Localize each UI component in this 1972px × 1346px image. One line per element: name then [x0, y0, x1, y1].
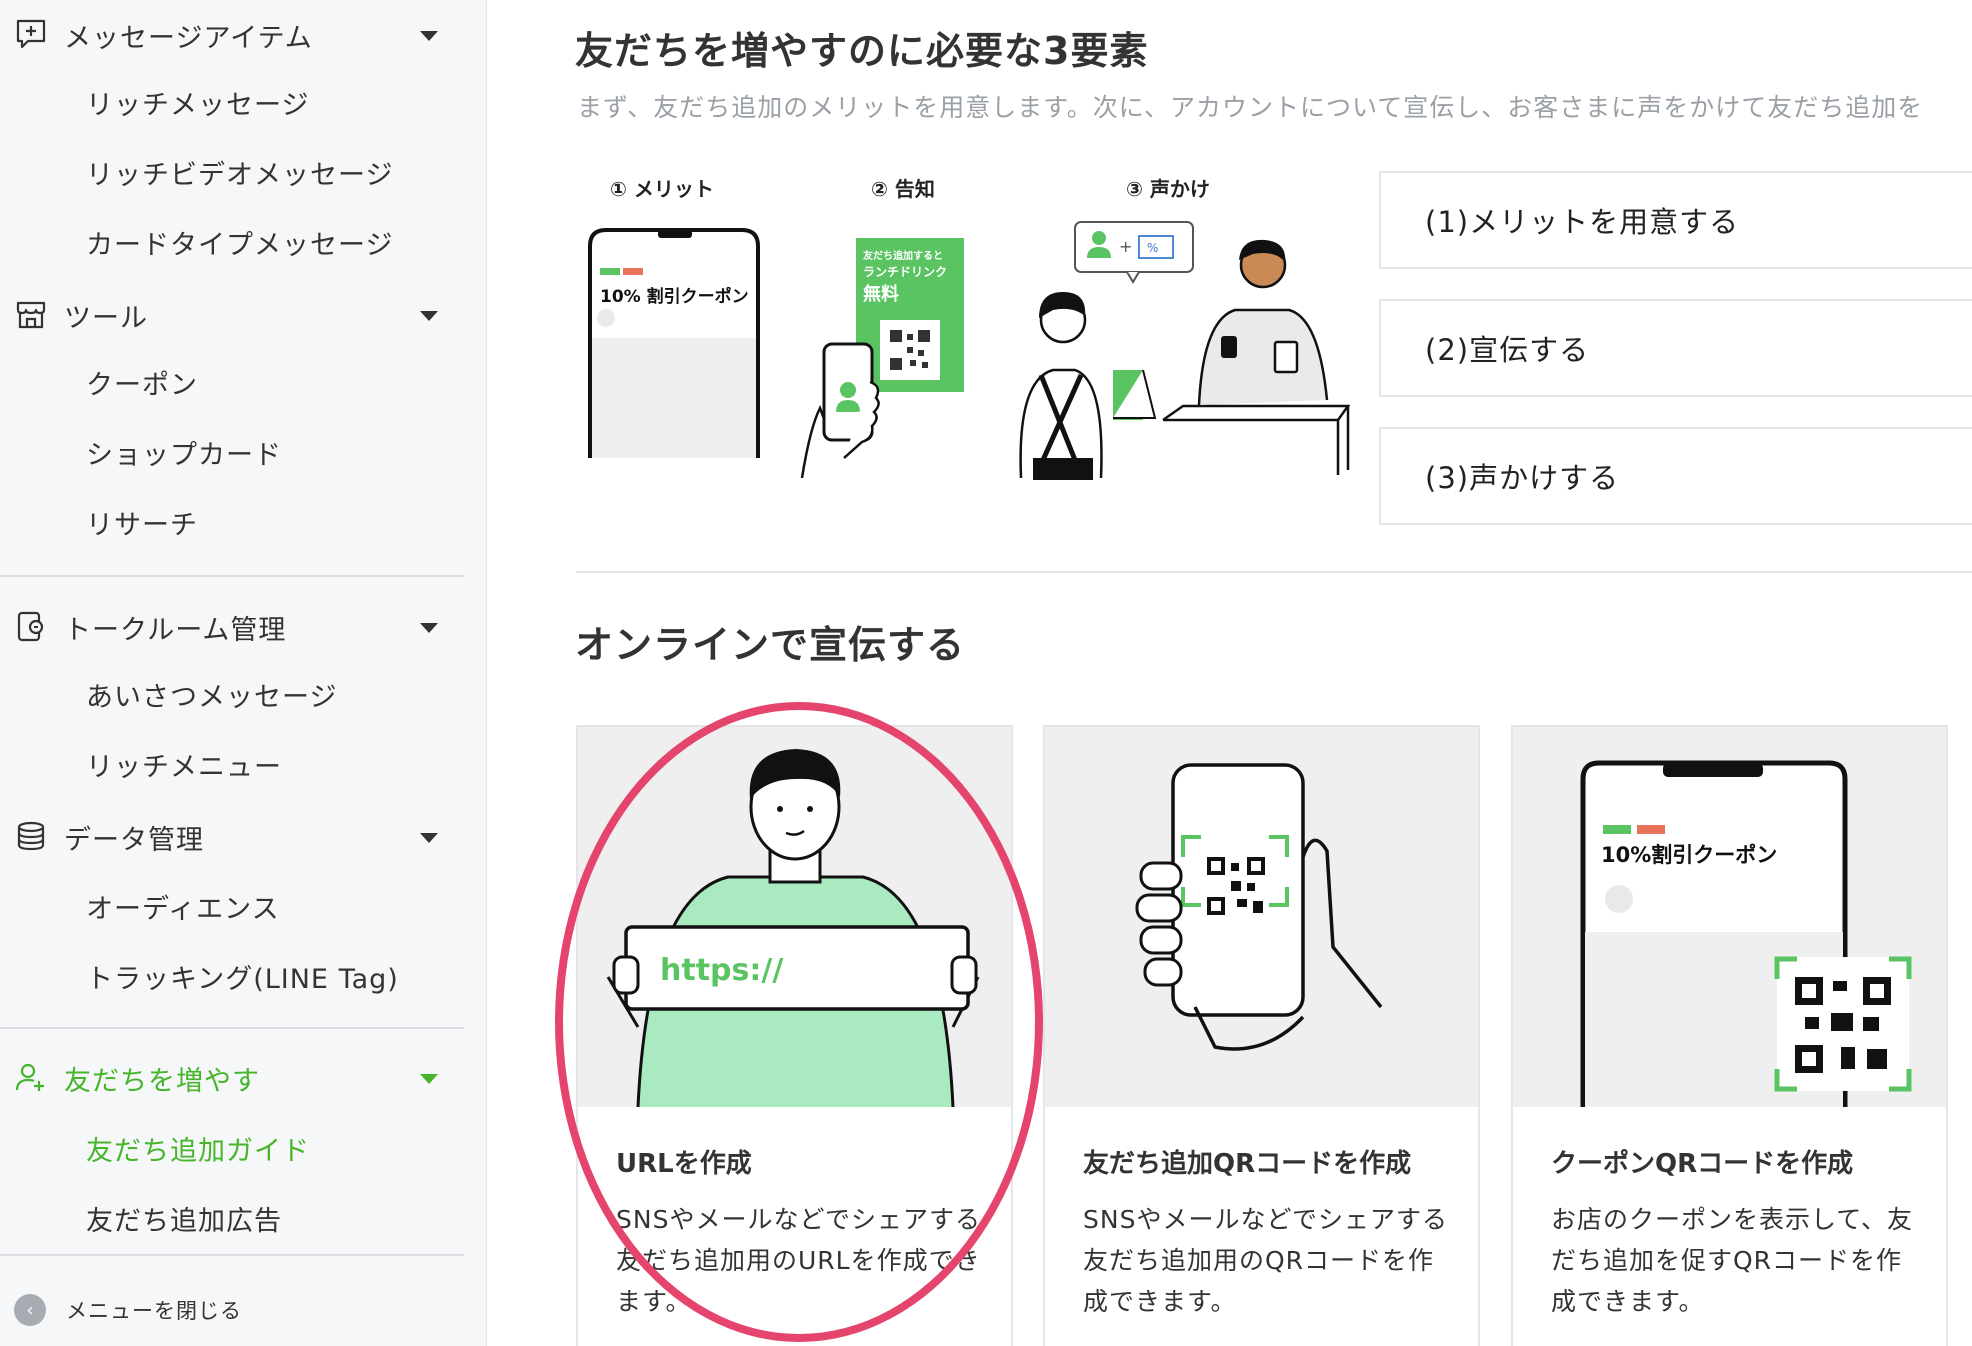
caret-down-icon[interactable] — [420, 833, 438, 843]
card-description: SNSやメールなどでシェアする友だち追加用のQRコードを作成できます。 — [1083, 1205, 1448, 1316]
sidebar-item-rich-menu[interactable]: リッチメニュー — [86, 734, 282, 794]
page-title: 友だちを増やすのに必要な3要素 — [575, 29, 1149, 73]
sidebar-group-talk-room[interactable]: トークルーム管理 — [0, 592, 487, 662]
sidebar-item-card-type-message[interactable]: カードタイプメッセージ — [86, 212, 393, 272]
card-description: SNSやメールなどでシェアする友だち追加用のURLを作成できます。 — [616, 1205, 981, 1316]
sidebar-item-tracking[interactable]: トラッキング(LINE Tag) — [86, 946, 399, 1006]
sidebar-item-greeting-message[interactable]: あいさつメッセージ — [86, 664, 337, 724]
sidebar-group-label: データ管理 — [64, 824, 204, 856]
sidebar-item-friend-ads[interactable]: 友だち追加広告 — [86, 1188, 282, 1248]
section-title: オンラインで宣伝する — [575, 623, 966, 667]
step-label-notice: ② 告知 — [871, 177, 935, 201]
card-image-friend-qr — [1045, 727, 1478, 1107]
database-icon — [17, 821, 45, 851]
notice-poster-illustration: 友だち追加すると ランチドリンク 無料 — [800, 228, 980, 478]
sidebar-item-rich-message[interactable]: リッチメッセージ — [86, 72, 309, 132]
sidebar-item-shop-card[interactable]: ショップカード — [86, 422, 282, 482]
add-friend-icon — [15, 1063, 44, 1091]
url-text: https:// — [660, 953, 784, 988]
sidebar-item-research[interactable]: リサーチ — [86, 492, 198, 552]
step-label-call-out: ③ 声かけ — [1126, 177, 1210, 201]
sidebar: メッセージアイテム リッチメッセージ リッチビデオメッセージ カードタイプメッセ… — [0, 0, 487, 1346]
merit-phone-illustration: 10% 割引クーポン — [588, 228, 763, 458]
sidebar-group-message-items[interactable]: メッセージアイテム — [0, 0, 487, 70]
step-label-merit: ① メリット — [610, 177, 714, 201]
sidebar-group-grow-friends[interactable]: 友だちを増やす — [0, 1043, 487, 1113]
sidebar-divider — [0, 575, 464, 577]
sidebar-divider — [0, 1027, 464, 1029]
card-title: 友だち追加QRコードを作成 — [1083, 1149, 1412, 1179]
message-plus-icon — [16, 19, 46, 49]
sidebar-item-rich-video-message[interactable]: リッチビデオメッセージ — [86, 142, 393, 202]
caret-down-icon[interactable] — [420, 31, 438, 41]
menu-card-promote[interactable]: (2)宣伝する — [1379, 299, 1972, 397]
svg-text:%: % — [1147, 241, 1158, 255]
section-divider — [576, 571, 1972, 573]
page-description: まず、友だち追加のメリットを用意します。次に、アカウントについて宣伝し、お客さま… — [577, 93, 1924, 122]
sidebar-item-friend-add-guide[interactable]: 友だち追加ガイド — [86, 1118, 310, 1178]
call-out-illustration: + % — [1013, 220, 1373, 480]
main-content: 友だちを増やすのに必要な3要素 まず、友だち追加のメリットを用意します。次に、ア… — [488, 0, 1972, 1346]
store-icon — [16, 301, 46, 329]
caret-down-icon[interactable] — [420, 1074, 438, 1084]
sidebar-item-coupon[interactable]: クーポン — [86, 352, 198, 412]
sidebar-item-audience[interactable]: オーディエンス — [86, 876, 280, 936]
menu-card-call-out[interactable]: (3)声かけする — [1379, 427, 1972, 525]
caret-down-icon[interactable] — [420, 623, 438, 633]
card-image-url: https:// — [578, 727, 1011, 1107]
coupon-text: 10% 割引クーポン — [600, 287, 749, 307]
chevron-left-icon: ‹ — [14, 1294, 46, 1326]
coupon-text: 10%割引クーポン — [1601, 843, 1778, 867]
close-menu-button[interactable]: ‹ メニューを閉じる — [14, 1294, 242, 1326]
card-title: URLを作成 — [616, 1149, 752, 1179]
card-description: お店のクーポンを表示して、友だち追加を促すQRコードを作成できます。 — [1551, 1205, 1914, 1316]
caret-down-icon[interactable] — [420, 311, 438, 321]
close-menu-label: メニューを閉じる — [66, 1299, 242, 1323]
sidebar-group-label: トークルーム管理 — [64, 614, 287, 646]
svg-text:+: + — [1119, 237, 1132, 256]
hand-phone-icon — [800, 342, 880, 478]
card-title: クーポンQRコードを作成 — [1551, 1149, 1854, 1179]
sidebar-divider — [0, 1254, 464, 1256]
sidebar-group-data[interactable]: データ管理 — [0, 802, 487, 872]
menu-card-merit[interactable]: (1)メリットを用意する — [1379, 171, 1972, 269]
sidebar-group-label: メッセージアイテム — [64, 22, 313, 54]
card-create-coupon-qr[interactable]: 10%割引クーポン クーポンQRコードを作成 お店のクーポンを表示して、友だち追… — [1511, 725, 1948, 1346]
sidebar-group-tools[interactable]: ツール — [0, 280, 487, 350]
card-create-url[interactable]: https:// URLを作成 SNSやメールなどでシェアする友だち追加用のUR… — [576, 725, 1013, 1346]
card-create-friend-qr[interactable]: 友だち追加QRコードを作成 SNSやメールなどでシェアする友だち追加用のQRコー… — [1043, 725, 1480, 1346]
sidebar-group-label: ツール — [64, 302, 148, 334]
chat-room-icon — [17, 611, 44, 642]
sidebar-group-label: 友だちを増やす — [64, 1065, 260, 1097]
card-image-coupon-qr: 10%割引クーポン — [1513, 727, 1946, 1107]
